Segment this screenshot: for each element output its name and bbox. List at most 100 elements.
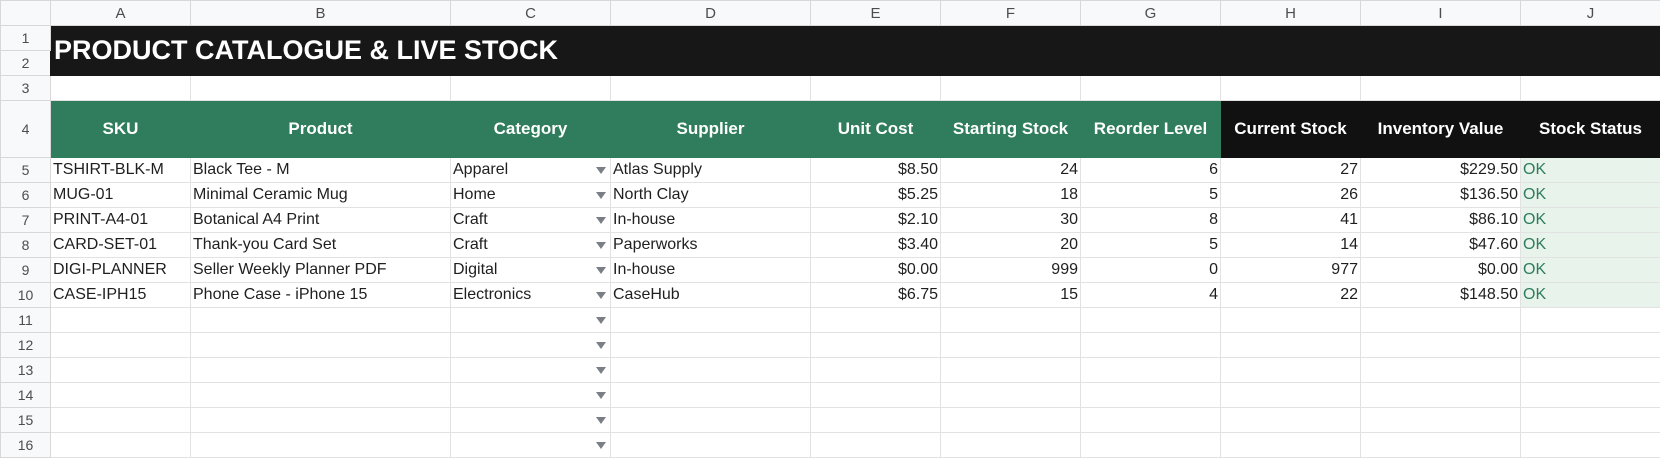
cell-h[interactable]: 977 (1221, 258, 1361, 283)
cell-g[interactable]: 8 (1081, 208, 1221, 233)
empty-cell[interactable] (1081, 333, 1221, 358)
chevron-down-icon[interactable] (596, 292, 606, 299)
empty-cell[interactable] (191, 383, 451, 408)
empty-cell[interactable] (811, 408, 941, 433)
cell-c[interactable]: Craft (451, 233, 611, 258)
row-header-11[interactable]: 11 (1, 308, 51, 333)
cell-i[interactable]: $86.10 (1361, 208, 1521, 233)
cell-e[interactable]: $2.10 (811, 208, 941, 233)
row-header-7[interactable]: 7 (1, 208, 51, 233)
empty-cell[interactable] (1221, 383, 1361, 408)
empty-cell[interactable] (1521, 76, 1660, 101)
cell-b[interactable]: Black Tee - M (191, 158, 451, 183)
column-header-i[interactable]: I (1361, 1, 1521, 26)
empty-cell[interactable] (611, 433, 811, 458)
empty-cell[interactable] (811, 308, 941, 333)
row-header-16[interactable]: 16 (1, 433, 51, 458)
empty-cell[interactable] (1081, 358, 1221, 383)
cell-d[interactable]: In-house (611, 258, 811, 283)
cell-g[interactable]: 5 (1081, 183, 1221, 208)
row-header-12[interactable]: 12 (1, 333, 51, 358)
empty-cell[interactable] (1521, 333, 1660, 358)
column-header-c[interactable]: C (451, 1, 611, 26)
cell-d[interactable]: Paperworks (611, 233, 811, 258)
header-starting-stock[interactable]: Starting Stock (941, 101, 1081, 158)
empty-cell[interactable] (1221, 333, 1361, 358)
empty-cell[interactable] (51, 76, 191, 101)
column-header-a[interactable]: A (51, 1, 191, 26)
empty-cell[interactable] (1081, 408, 1221, 433)
header-reorder-level[interactable]: Reorder Level (1081, 101, 1221, 158)
cell-c[interactable]: Apparel (451, 158, 611, 183)
cell-a[interactable]: CARD-SET-01 (51, 233, 191, 258)
empty-cell[interactable] (51, 433, 191, 458)
empty-cell[interactable] (811, 383, 941, 408)
empty-cell[interactable] (941, 333, 1081, 358)
cell-e[interactable]: $5.25 (811, 183, 941, 208)
column-header-g[interactable]: G (1081, 1, 1221, 26)
empty-cell[interactable] (451, 383, 611, 408)
cell-e[interactable]: $3.40 (811, 233, 941, 258)
empty-cell[interactable] (191, 408, 451, 433)
row-header-8[interactable]: 8 (1, 233, 51, 258)
empty-cell[interactable] (611, 308, 811, 333)
cell-i[interactable]: $148.50 (1361, 283, 1521, 308)
empty-cell[interactable] (1521, 408, 1660, 433)
empty-cell[interactable] (1521, 433, 1660, 458)
column-header-f[interactable]: F (941, 1, 1081, 26)
empty-cell[interactable] (941, 433, 1081, 458)
cell-h[interactable]: 26 (1221, 183, 1361, 208)
chevron-down-icon[interactable] (596, 267, 606, 274)
cell-e[interactable]: $6.75 (811, 283, 941, 308)
empty-cell[interactable] (941, 383, 1081, 408)
cell-a[interactable]: CASE-IPH15 (51, 283, 191, 308)
cell-c[interactable]: Craft (451, 208, 611, 233)
column-header-d[interactable]: D (611, 1, 811, 26)
column-header-h[interactable]: H (1221, 1, 1361, 26)
cell-f[interactable]: 18 (941, 183, 1081, 208)
cell-d[interactable]: Atlas Supply (611, 158, 811, 183)
empty-cell[interactable] (191, 76, 451, 101)
row-header-4[interactable]: 4 (1, 101, 51, 158)
row-header-14[interactable]: 14 (1, 383, 51, 408)
empty-cell[interactable] (811, 333, 941, 358)
empty-cell[interactable] (941, 358, 1081, 383)
empty-cell[interactable] (1521, 358, 1660, 383)
empty-cell[interactable] (941, 308, 1081, 333)
empty-cell[interactable] (611, 76, 811, 101)
cell-g[interactable]: 5 (1081, 233, 1221, 258)
cell-j[interactable]: OK (1521, 208, 1660, 233)
cell-g[interactable]: 4 (1081, 283, 1221, 308)
cell-g[interactable]: 0 (1081, 258, 1221, 283)
cell-b[interactable]: Botanical A4 Print (191, 208, 451, 233)
header-supplier[interactable]: Supplier (611, 101, 811, 158)
empty-cell[interactable] (51, 333, 191, 358)
empty-cell[interactable] (1361, 333, 1521, 358)
empty-cell[interactable] (1361, 308, 1521, 333)
cell-h[interactable]: 27 (1221, 158, 1361, 183)
empty-cell[interactable] (51, 358, 191, 383)
empty-cell[interactable] (451, 333, 611, 358)
header-inventory-value[interactable]: Inventory Value (1361, 101, 1521, 158)
row-header-5[interactable]: 5 (1, 158, 51, 183)
chevron-down-icon[interactable] (596, 242, 606, 249)
cell-d[interactable]: In-house (611, 208, 811, 233)
cell-b[interactable]: Seller Weekly Planner PDF (191, 258, 451, 283)
cell-c[interactable]: Digital (451, 258, 611, 283)
chevron-down-icon[interactable] (596, 192, 606, 199)
cell-e[interactable]: $0.00 (811, 258, 941, 283)
empty-cell[interactable] (611, 333, 811, 358)
empty-cell[interactable] (1081, 76, 1221, 101)
column-header-e[interactable]: E (811, 1, 941, 26)
row-header-15[interactable]: 15 (1, 408, 51, 433)
row-header-13[interactable]: 13 (1, 358, 51, 383)
chevron-down-icon[interactable] (596, 317, 606, 324)
row-header-6[interactable]: 6 (1, 183, 51, 208)
cell-e[interactable]: $8.50 (811, 158, 941, 183)
row-header-1[interactable]: 1 (1, 26, 51, 51)
empty-cell[interactable] (811, 76, 941, 101)
chevron-down-icon[interactable] (596, 217, 606, 224)
empty-cell[interactable] (1221, 358, 1361, 383)
cell-b[interactable]: Minimal Ceramic Mug (191, 183, 451, 208)
row-header-3[interactable]: 3 (1, 76, 51, 101)
